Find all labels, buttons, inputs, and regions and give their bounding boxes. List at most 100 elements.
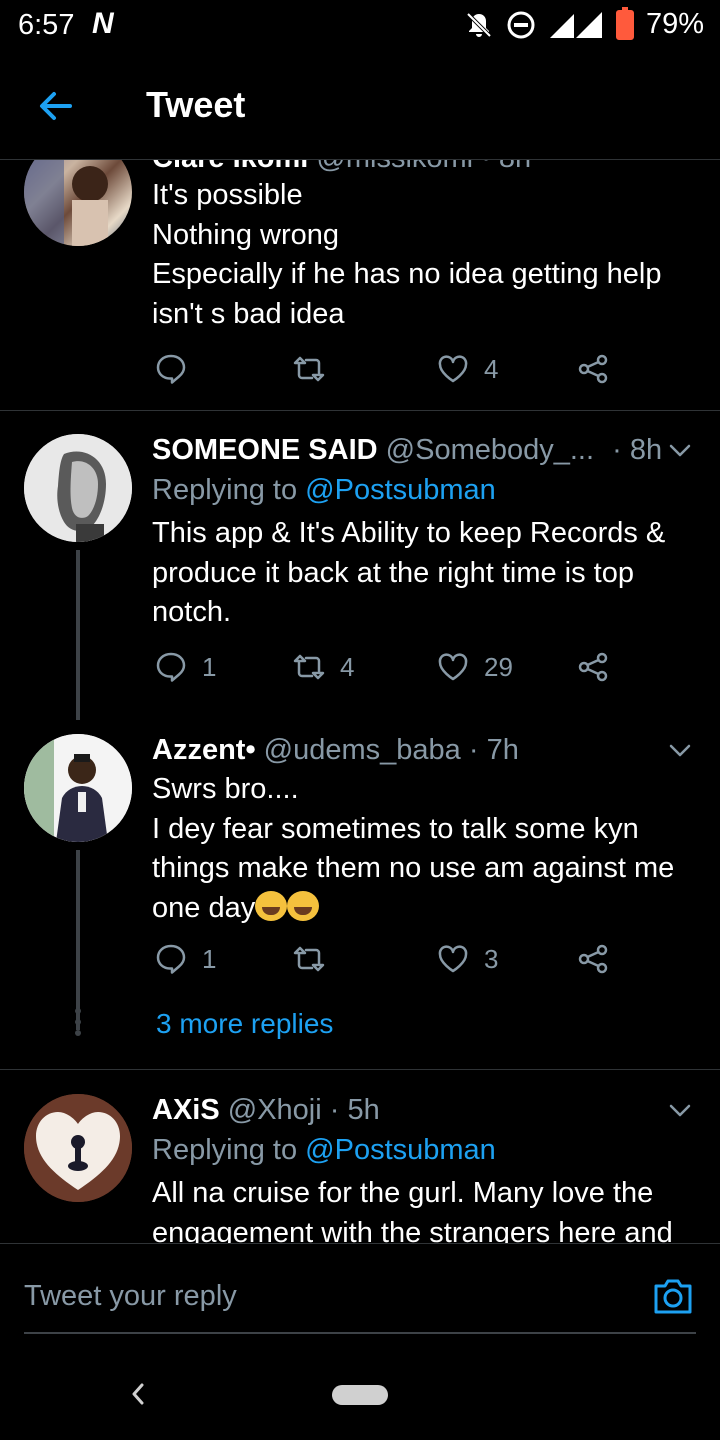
- reply-button[interactable]: 1: [154, 942, 216, 976]
- tweet-actions: 4: [152, 352, 632, 392]
- arrow-left-icon: [40, 92, 72, 120]
- thread-ellipsis: [74, 1008, 82, 1041]
- chevron-down-icon[interactable]: [666, 1096, 694, 1124]
- tweet-header: Clare Ikomi @missikomi · 8h: [152, 160, 696, 178]
- reply-input[interactable]: [24, 1274, 584, 1318]
- do-not-disturb-icon: [506, 10, 536, 40]
- chevron-down-icon[interactable]: [666, 736, 694, 764]
- username[interactable]: @missikomi: [316, 160, 473, 174]
- retweet-count: 4: [340, 651, 355, 682]
- tweet-item[interactable]: Azzent• @udems_baba · 7h Swrs bro.... I …: [0, 720, 720, 1070]
- reply-button[interactable]: [154, 352, 202, 386]
- reply-composer: [0, 1243, 720, 1363]
- mention-link[interactable]: @Postsubman: [305, 1134, 496, 1166]
- page-title: Tweet: [146, 84, 246, 125]
- like-button[interactable]: 4: [436, 352, 498, 386]
- avatar[interactable]: [24, 434, 132, 542]
- tweet-text: It's possible Nothing wrong Especially i…: [152, 179, 662, 330]
- reply-count: 1: [202, 651, 217, 682]
- thread-connector: [76, 850, 80, 1030]
- reply-button[interactable]: 1: [154, 650, 216, 684]
- avatar[interactable]: [24, 1094, 132, 1202]
- tears-of-joy-emoji: [287, 890, 320, 921]
- retweet-icon: [293, 654, 325, 680]
- camera-button[interactable]: [652, 1276, 694, 1316]
- like-button[interactable]: 3: [436, 942, 498, 976]
- share-button[interactable]: [576, 352, 610, 386]
- share-icon: [578, 944, 608, 974]
- svg-text:3G: 3G: [578, 16, 592, 27]
- battery-icon: [615, 6, 634, 40]
- heart-icon: [438, 355, 468, 383]
- display-name[interactable]: Clare Ikomi: [152, 160, 308, 174]
- tweet-header: SOMEONE SAID @Somebody_... · 8h: [152, 430, 696, 470]
- signal-3g-icon: 3G: [548, 10, 604, 40]
- reply-icon: [156, 944, 186, 974]
- system-back-button[interactable]: [126, 1379, 150, 1409]
- timestamp: · 8h: [481, 160, 531, 174]
- battery-percentage: 79%: [645, 8, 704, 40]
- timestamp: · 8h: [612, 434, 663, 466]
- tweet-header: AXiS @Xhoji · 5h: [152, 1090, 696, 1130]
- reply-icon: [156, 354, 186, 384]
- timestamp: · 7h: [468, 734, 519, 766]
- retweet-button[interactable]: 4: [292, 650, 354, 684]
- display-name[interactable]: Azzent•: [152, 734, 256, 766]
- timestamp: · 5h: [329, 1094, 380, 1126]
- system-nav-bar: [0, 1363, 720, 1440]
- retweet-button[interactable]: [292, 942, 340, 976]
- like-count: 3: [484, 943, 499, 974]
- camera-icon: [654, 1279, 692, 1314]
- retweet-icon: [293, 356, 325, 382]
- tweet-actions: 1 3: [152, 942, 632, 982]
- tweet-item[interactable]: SOMEONE SAID @Somebody_... · 8h Replying…: [0, 410, 720, 720]
- reply-icon: [156, 652, 186, 682]
- like-count: 4: [484, 353, 499, 384]
- username[interactable]: @Somebody_...: [386, 434, 594, 466]
- like-count: 29: [484, 651, 513, 682]
- share-button[interactable]: [576, 942, 610, 976]
- tweet-text: All na cruise for the gurl. Many love th…: [152, 1177, 673, 1243]
- mute-icon: [464, 10, 494, 40]
- replying-to-label: Replying to: [152, 474, 298, 506]
- status-time: 6:57: [18, 9, 75, 41]
- share-icon: [578, 652, 608, 682]
- back-button[interactable]: [34, 84, 78, 128]
- tweet-text: Swrs bro.... I dey fear sometimes to tal…: [152, 770, 696, 928]
- avatar[interactable]: [24, 734, 132, 842]
- heart-icon: [438, 653, 468, 681]
- chevron-left-icon: [132, 1383, 144, 1405]
- thread-connector: [76, 550, 80, 720]
- tweet-text-content: Swrs bro.... I dey fear sometimes to tal…: [152, 773, 675, 924]
- replying-to-label: Replying to: [152, 1134, 298, 1166]
- tweet-text: This app & It's Ability to keep Records …: [152, 517, 666, 628]
- mention-link[interactable]: @Postsubman: [305, 474, 496, 506]
- more-replies-link[interactable]: 3 more replies: [156, 1008, 333, 1040]
- replying-to: Replying to @Postsubman: [152, 470, 696, 510]
- retweet-icon: [293, 946, 325, 972]
- like-button[interactable]: 29: [436, 650, 513, 684]
- display-name[interactable]: SOMEONE SAID: [152, 434, 378, 466]
- top-app-bar: Tweet: [0, 50, 720, 160]
- tweet-header: Azzent• @udems_baba · 7h: [152, 730, 696, 770]
- avatar[interactable]: [24, 160, 132, 246]
- input-underline: [24, 1332, 696, 1334]
- tweet-item[interactable]: AXiS @Xhoji · 5h Replying to @Postsubman…: [0, 1070, 720, 1243]
- status-bar: 6:57 N 3G 79%: [0, 0, 720, 50]
- tweet-item[interactable]: Clare Ikomi @missikomi · 8h It's possibl…: [0, 160, 720, 410]
- display-name[interactable]: AXiS: [152, 1094, 220, 1126]
- chevron-down-icon[interactable]: [666, 436, 694, 464]
- username[interactable]: @udems_baba: [264, 734, 461, 766]
- username[interactable]: @Xhoji: [228, 1094, 322, 1126]
- share-button[interactable]: [576, 650, 610, 684]
- reply-count: 1: [202, 943, 217, 974]
- replying-to: Replying to @Postsubman: [152, 1130, 696, 1170]
- app-notification-icon: N: [92, 7, 114, 40]
- tweet-actions: 1 4 29: [152, 650, 632, 690]
- home-pill-button[interactable]: [332, 1385, 388, 1405]
- tweet-feed[interactable]: Clare Ikomi @missikomi · 8h It's possibl…: [0, 160, 720, 1243]
- share-icon: [578, 354, 608, 384]
- retweet-button[interactable]: [292, 352, 340, 386]
- status-icons: 3G 79%: [464, 6, 704, 41]
- heart-icon: [438, 945, 468, 973]
